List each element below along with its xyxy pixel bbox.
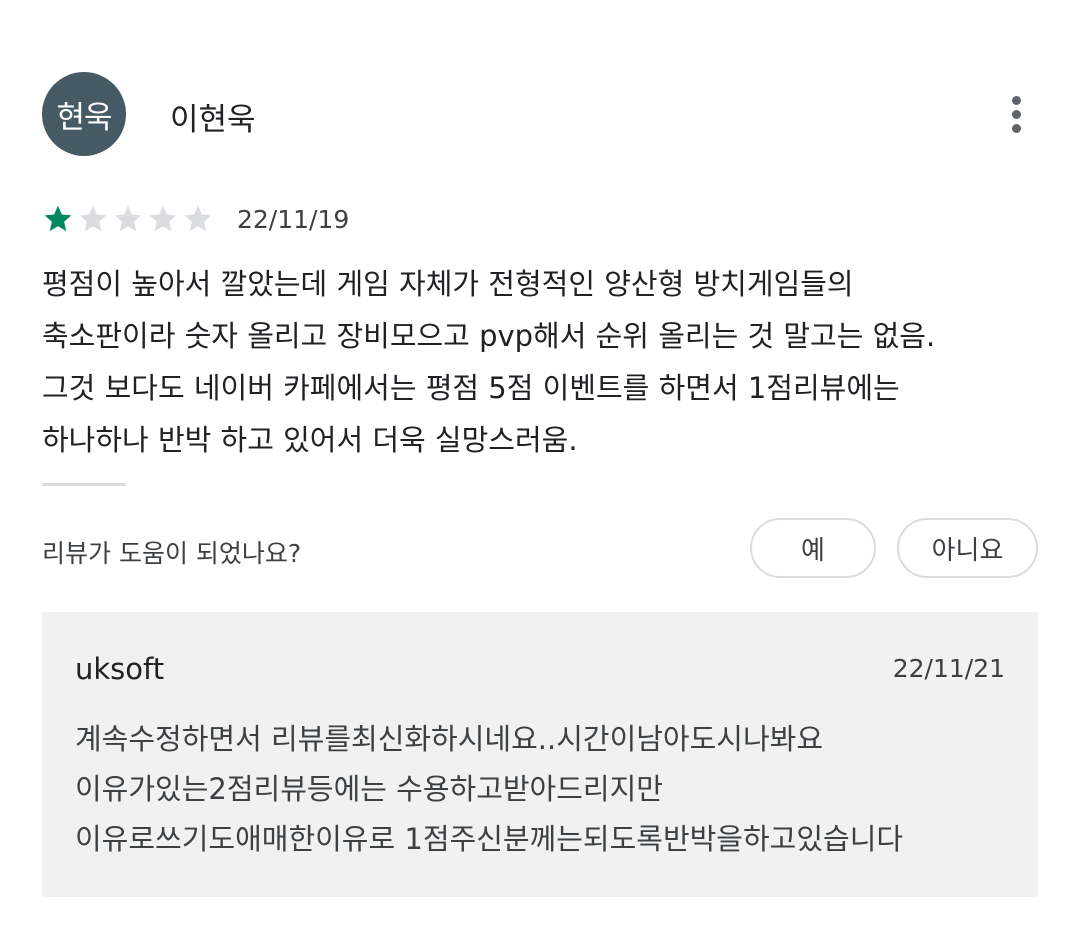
avatar: 현욱 [42, 72, 126, 156]
star-empty-icon [79, 205, 107, 232]
review-date: 22/11/19 [237, 204, 350, 234]
developer-reply-date: 22/11/21 [892, 654, 1005, 683]
more-dot [1011, 95, 1021, 105]
review-text: 평점이 높아서 깔았는데 게임 자체가 전형적인 양산형 방치게임들의 축소판이… [42, 258, 1038, 466]
developer-name: uksoft [75, 652, 165, 686]
review-text-line: 평점이 높아서 깔았는데 게임 자체가 전형적인 양산형 방치게임들의 [42, 267, 854, 301]
divider [42, 483, 126, 486]
review-text-line: 하나하나 반박 하고 있어서 더욱 실망스러움. [42, 423, 578, 457]
review-header: 현욱 이현욱 [42, 72, 1038, 156]
reply-text-line: 계속수정하면서 리뷰를최신화하시네요..시간이남아도시나봐요 [75, 722, 824, 756]
review-text-line: 축소판이라 숫자 올리고 장비모으고 pvp해서 순위 올리는 것 말고는 없음… [42, 319, 936, 353]
more-dot [1011, 109, 1021, 119]
review-text-line: 그것 보다도 네이버 카페에서는 평점 5점 이벤트를 하면서 1점리뷰에는 [42, 371, 900, 405]
more-options-icon[interactable] [994, 92, 1038, 136]
reply-text-line: 이유로쓰기도애매한이유로 1점주신분께는되도록반박을하고있습니다 [75, 822, 904, 856]
star-empty-icon [149, 205, 177, 232]
star-filled-icon [44, 205, 72, 232]
helpful-yes-button[interactable]: 예 [750, 518, 876, 578]
star-empty-icon [184, 205, 212, 232]
star-rating [42, 203, 217, 235]
developer-reply-text: 계속수정하면서 리뷰를최신화하시네요..시간이남아도시나봐요 이유가있는2점리뷰… [75, 714, 1015, 864]
more-dot [1011, 123, 1021, 133]
star-empty-icon [114, 205, 142, 232]
review-author-name: 이현욱 [170, 102, 256, 138]
reply-text-line: 이유가있는2점리뷰등에는 수용하고받아드리지만 [75, 772, 663, 806]
developer-reply: uksoft 22/11/21 계속수정하면서 리뷰를최신화하시네요..시간이남… [42, 612, 1038, 897]
rating-row: 22/11/19 [42, 200, 349, 238]
helpful-question: 리뷰가 도움이 되었나요? [42, 539, 302, 568]
helpful-no-button[interactable]: 아니요 [897, 518, 1038, 578]
